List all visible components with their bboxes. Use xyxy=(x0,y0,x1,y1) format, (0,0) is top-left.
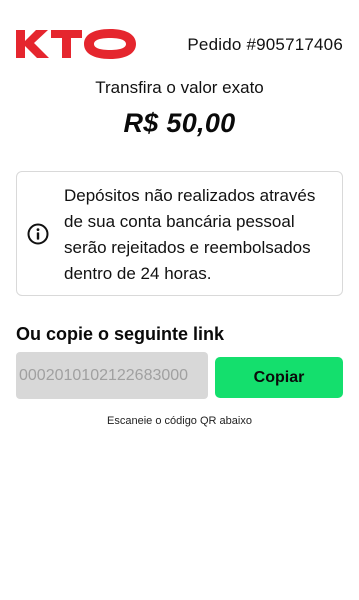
order-number: Pedido #905717406 xyxy=(187,35,343,54)
transfer-instruction: Transfira o valor exato xyxy=(95,78,264,97)
deposit-notice-text: Depósitos não realizados através de sua … xyxy=(64,186,316,283)
copy-button[interactable]: Copiar xyxy=(215,357,343,398)
payment-page: Pedido #905717406 Transfira o valor exat… xyxy=(0,0,359,600)
copy-link-heading: Ou copie o seguinte link xyxy=(16,324,225,344)
deposit-notice-card: Depósitos não realizados através de sua … xyxy=(16,171,343,296)
header: Pedido #905717406 xyxy=(0,0,359,70)
payment-link-field[interactable] xyxy=(16,352,208,399)
kto-logo xyxy=(16,29,136,59)
payment-amount: R$ 50,00 xyxy=(123,108,236,138)
info-icon xyxy=(27,223,49,245)
qr-caption: Escaneie o código QR abaixo xyxy=(107,415,252,427)
